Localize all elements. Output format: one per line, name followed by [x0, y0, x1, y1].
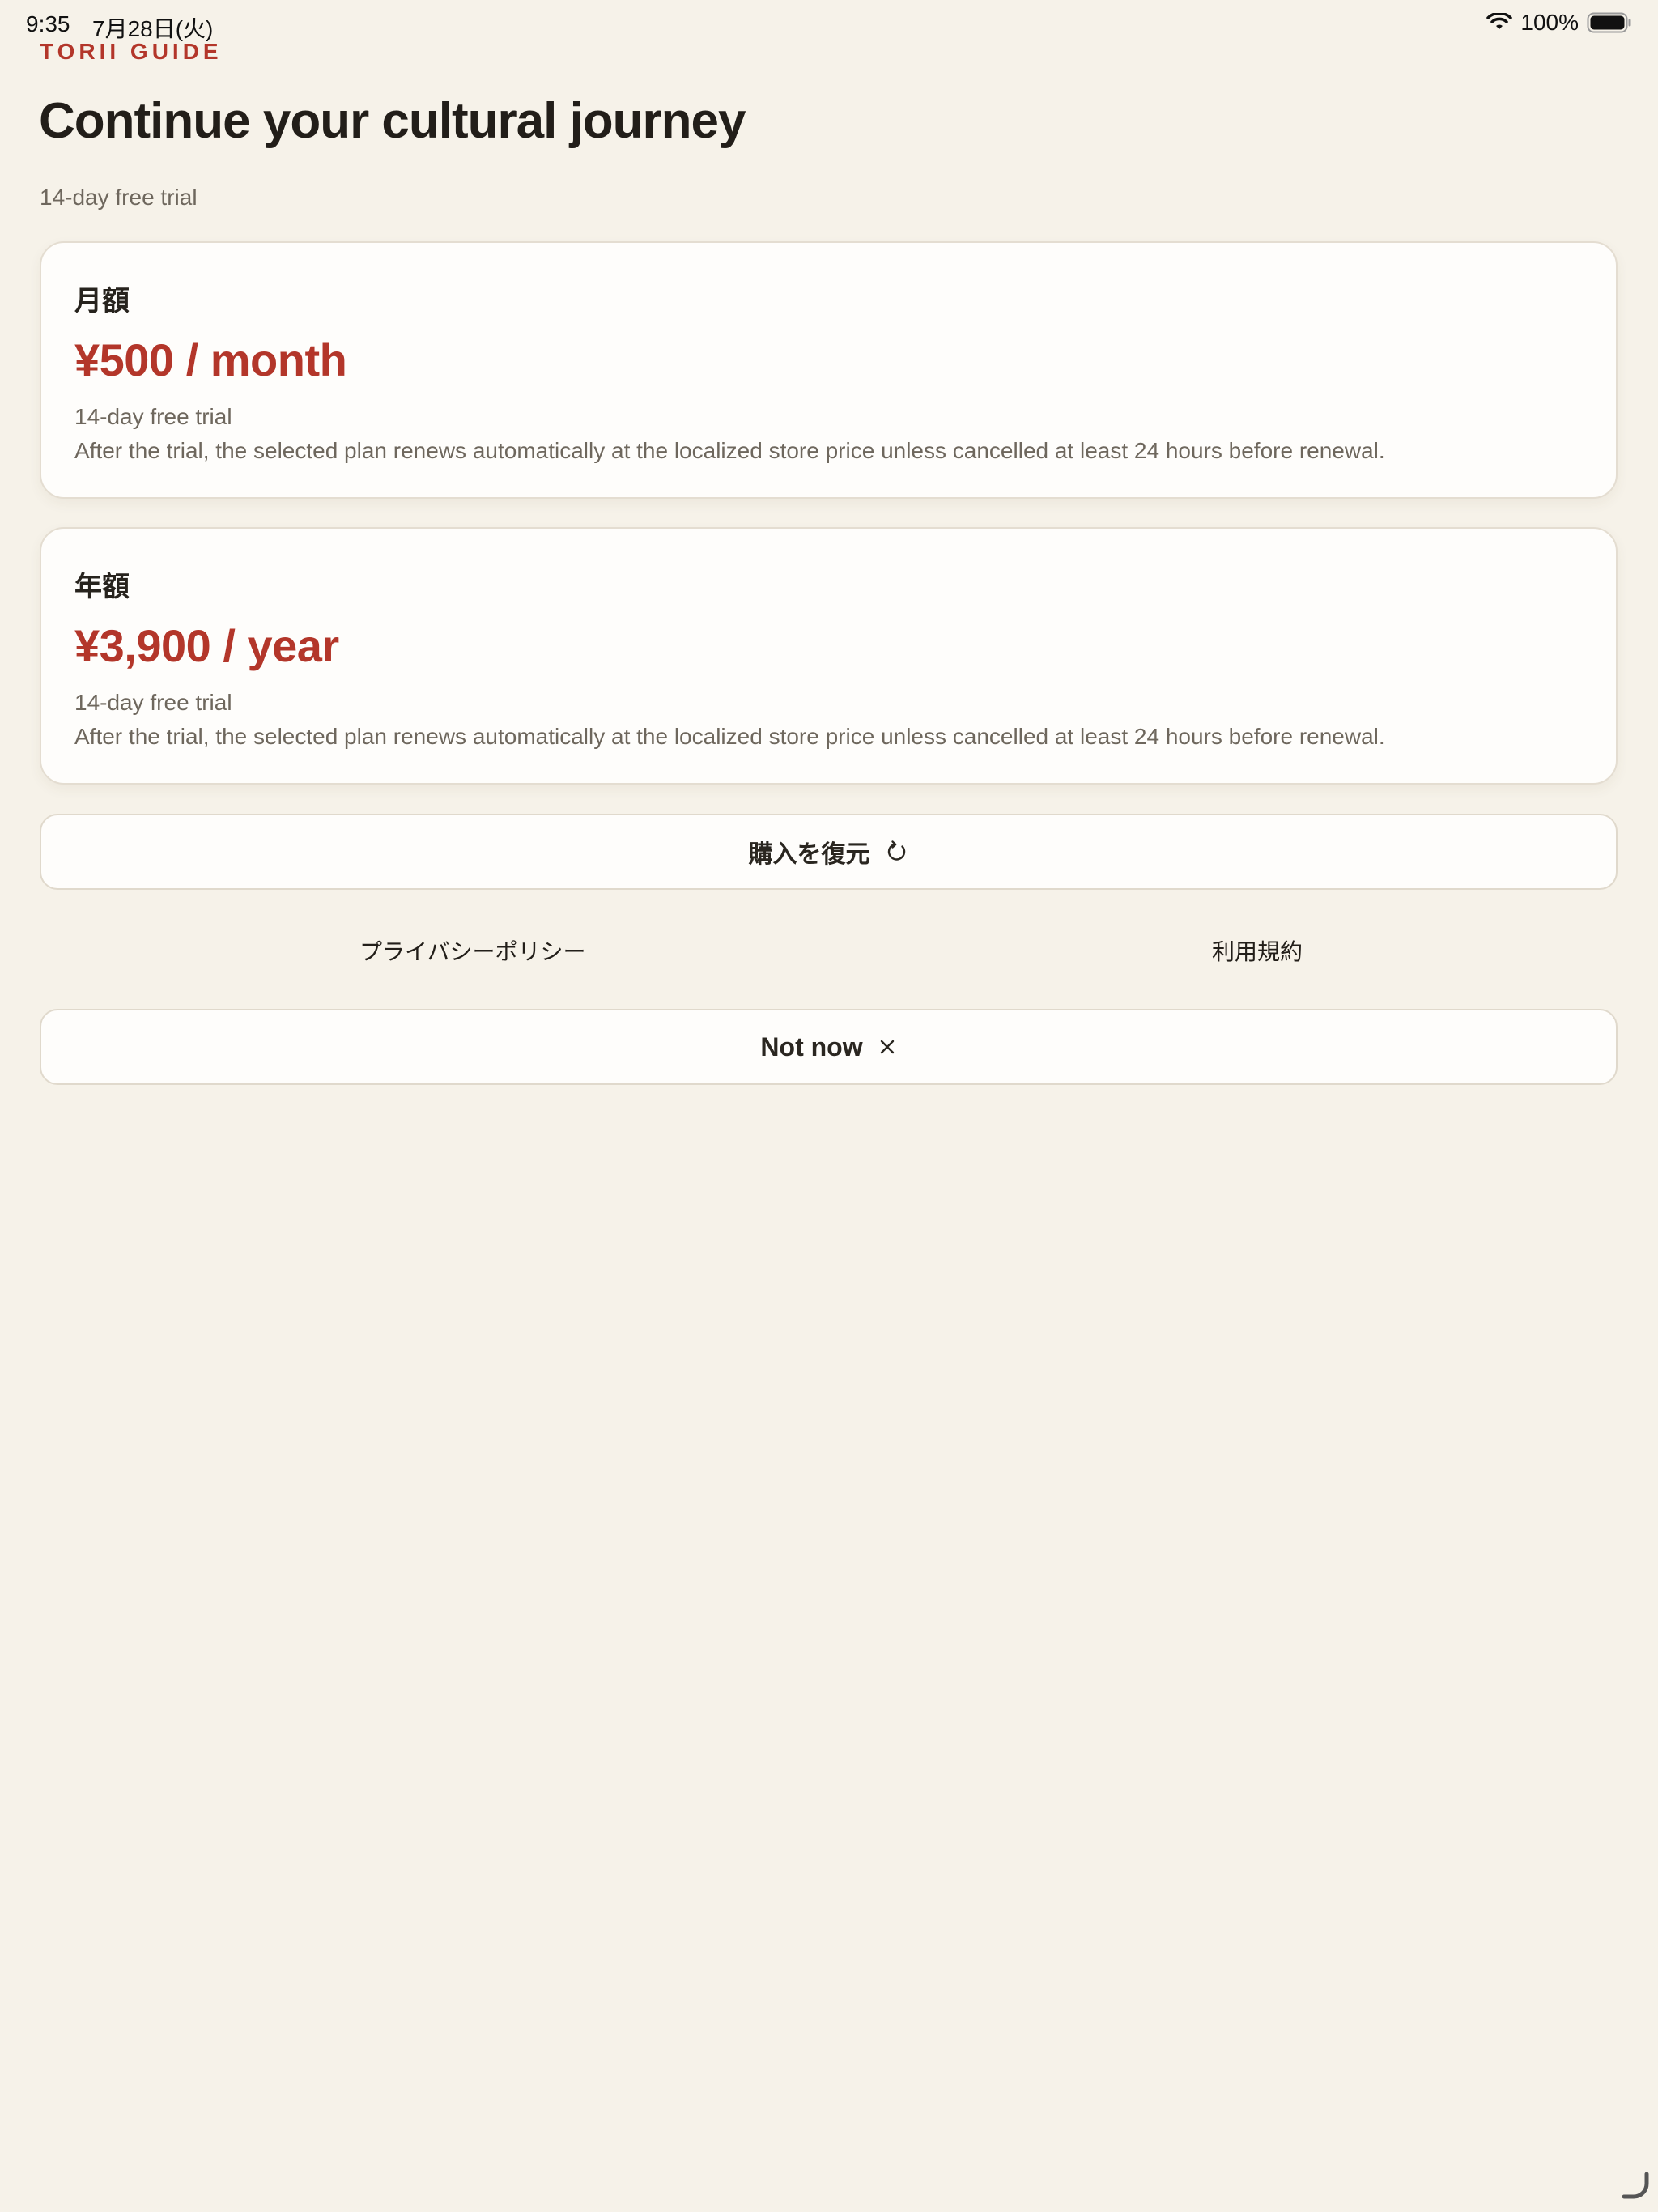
plan-renewal-note: After the trial, the selected plan renew…: [74, 724, 1385, 749]
plan-card-yearly[interactable]: 年額 ¥3,900 / year 14-day free trial After…: [40, 527, 1618, 785]
plan-renewal-note: After the trial, the selected plan renew…: [74, 438, 1385, 463]
page-subtitle: 14-day free trial: [40, 185, 198, 210]
restore-purchases-label: 購入を復元: [748, 841, 870, 868]
close-icon: [878, 1037, 897, 1057]
terms-of-use-link[interactable]: 利用規約: [1212, 934, 1303, 967]
plan-card-monthly[interactable]: 月額 ¥500 / month 14-day free trial After …: [40, 241, 1618, 499]
resize-handle-icon[interactable]: [1619, 2169, 1652, 2206]
plan-price: ¥3,900 / year: [74, 620, 339, 671]
status-time: 9:35: [26, 11, 70, 36]
plan-trial: 14-day free trial: [74, 404, 232, 429]
battery-icon: [1587, 12, 1632, 33]
plan-name: 月額: [74, 286, 130, 317]
plan-price: ¥500 / month: [74, 334, 347, 385]
page-title: Continue your cultural journey: [39, 93, 746, 149]
battery-percent: 100%: [1520, 10, 1579, 35]
wifi-icon: [1486, 13, 1513, 32]
brand-logo: TORII GUIDE: [40, 39, 223, 64]
plan-name: 年額: [74, 572, 130, 602]
restore-purchases-button[interactable]: 購入を復元: [40, 814, 1618, 890]
not-now-label: Not now: [760, 1032, 863, 1061]
plan-trial: 14-day free trial: [74, 690, 232, 715]
refresh-icon: [885, 840, 909, 864]
status-bar: 9:35 7月28日(火) 100%: [0, 0, 1658, 49]
status-indicators: 100%: [1486, 10, 1632, 36]
not-now-button[interactable]: Not now: [40, 1009, 1618, 1085]
privacy-policy-link[interactable]: プライバシーポリシー: [359, 934, 585, 967]
